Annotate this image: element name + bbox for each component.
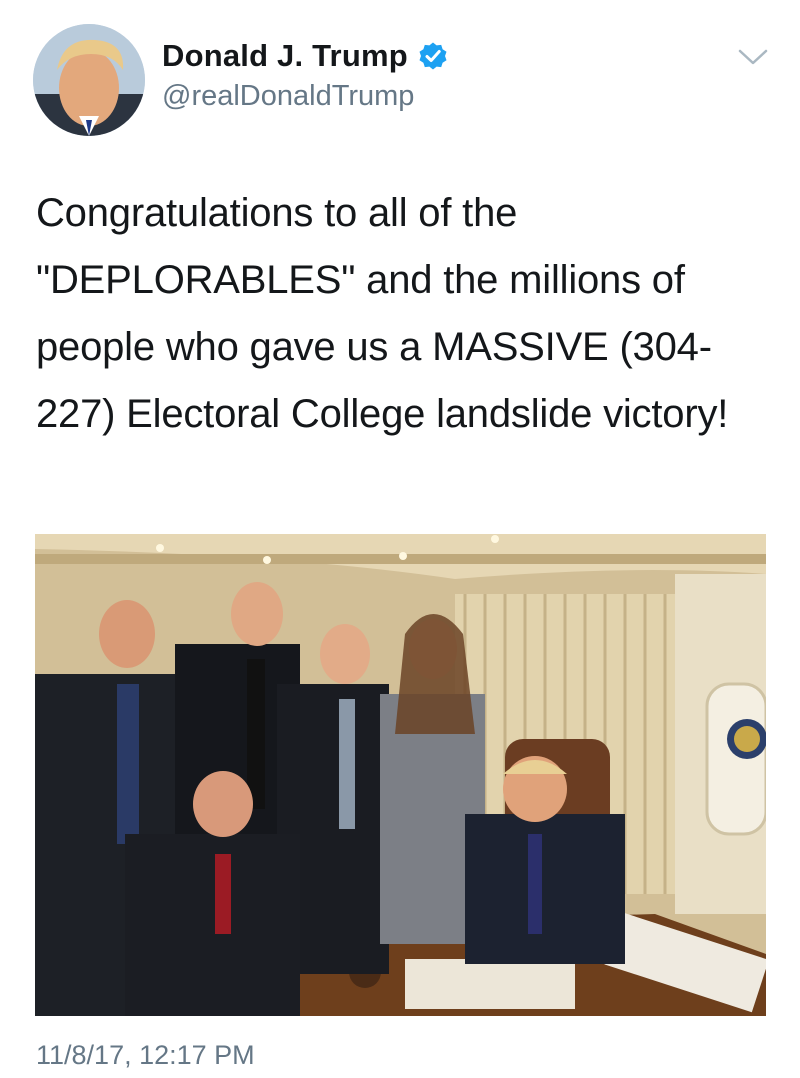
- tweet-timestamp[interactable]: 11/8/17, 12:17 PM: [36, 1040, 255, 1071]
- display-name[interactable]: Donald J. Trump: [162, 38, 408, 74]
- chevron-down-icon[interactable]: [736, 44, 770, 70]
- author-row: Donald J. Trump: [162, 38, 448, 74]
- tweet-photo[interactable]: [35, 534, 766, 1016]
- user-handle[interactable]: @realDonaldTrump: [162, 80, 414, 113]
- tweet-text: Congratulations to all of the "DEPLORABL…: [36, 191, 729, 436]
- verified-badge-icon: [418, 41, 448, 71]
- photo-image: [35, 534, 766, 1016]
- avatar[interactable]: [33, 24, 145, 136]
- tweet-card: Donald J. Trump @realDonaldTrump Congrat…: [0, 0, 800, 1078]
- avatar-image: [33, 24, 145, 136]
